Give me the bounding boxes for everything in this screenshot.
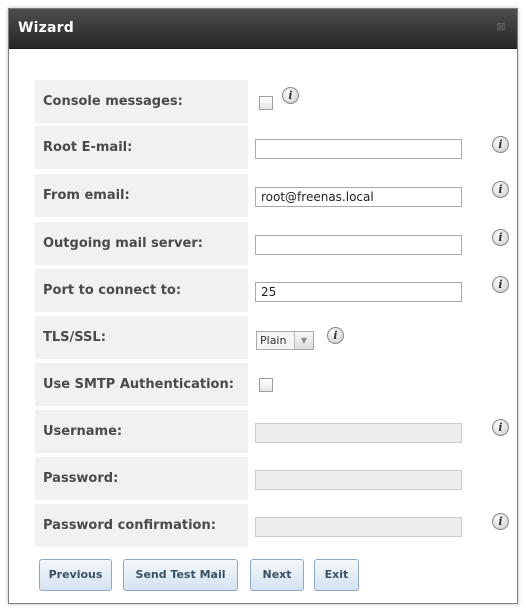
outgoing-mail-server-label: Outgoing mail server:: [43, 236, 203, 251]
password-label: Password:: [43, 471, 119, 486]
use-smtp-auth-checkbox[interactable]: [259, 378, 273, 392]
from-email-input[interactable]: [255, 187, 462, 207]
password-confirmation-label: Password confirmation:: [43, 518, 216, 533]
info-icon[interactable]: i: [492, 229, 509, 246]
from-email-label: From email:: [43, 188, 130, 203]
wizard-dialog: Wizard ⊠ Console messages: i Root E-mail…: [8, 8, 518, 604]
password-input[interactable]: [255, 470, 462, 490]
info-icon[interactable]: i: [492, 181, 509, 198]
outgoing-mail-server-input[interactable]: [255, 235, 462, 255]
tls-ssl-select[interactable]: Plain ▼: [256, 331, 314, 350]
close-icon[interactable]: ⊠: [495, 21, 507, 33]
dialog-title: Wizard: [18, 20, 74, 36]
exit-button[interactable]: Exit: [314, 559, 359, 591]
password-confirmation-input[interactable]: [255, 517, 462, 537]
info-icon[interactable]: i: [282, 87, 299, 104]
chevron-down-icon[interactable]: ▼: [294, 332, 313, 349]
console-messages-label: Console messages:: [43, 94, 183, 109]
tls-ssl-selected-value: Plain: [260, 334, 287, 347]
port-input[interactable]: [255, 282, 462, 302]
info-icon[interactable]: i: [492, 276, 509, 293]
info-icon[interactable]: i: [327, 327, 344, 344]
username-label: Username:: [43, 424, 123, 439]
previous-button[interactable]: Previous: [39, 559, 112, 591]
info-icon[interactable]: i: [492, 136, 509, 153]
root-email-label: Root E-mail:: [43, 140, 133, 155]
tls-ssl-label: TLS/SSL:: [43, 330, 106, 345]
use-smtp-auth-label: Use SMTP Authentication:: [43, 377, 234, 392]
next-button[interactable]: Next: [250, 559, 304, 591]
info-icon[interactable]: i: [492, 513, 509, 530]
info-icon[interactable]: i: [492, 419, 509, 436]
root-email-input[interactable]: [255, 139, 462, 159]
send-test-mail-button[interactable]: Send Test Mail: [123, 559, 238, 591]
console-messages-checkbox[interactable]: [259, 96, 273, 110]
username-input[interactable]: [255, 423, 462, 443]
port-label: Port to connect to:: [43, 283, 182, 298]
title-bar[interactable]: Wizard ⊠: [9, 9, 517, 49]
